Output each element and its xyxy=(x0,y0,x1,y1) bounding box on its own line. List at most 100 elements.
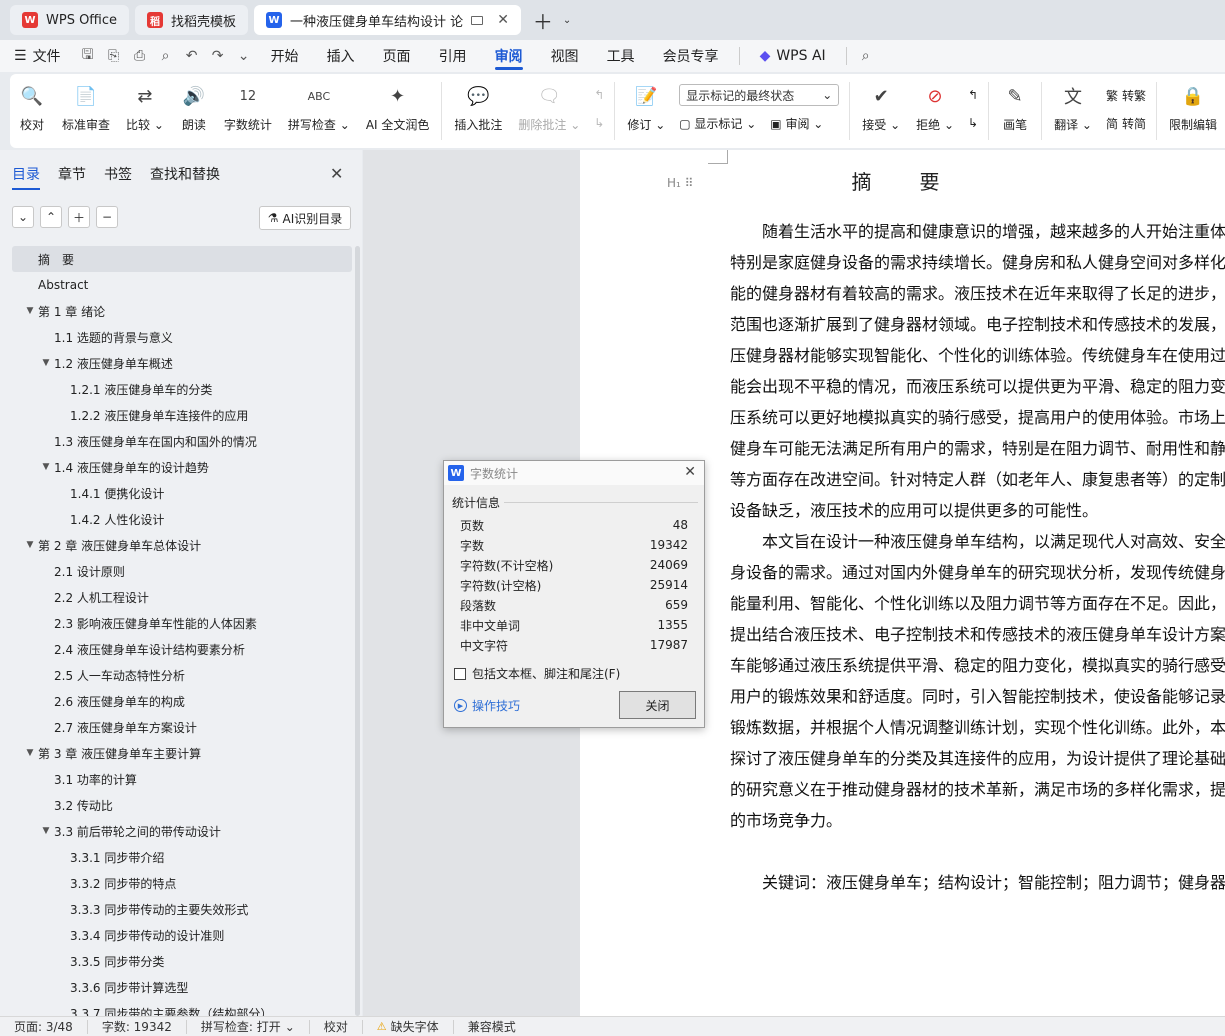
ai-toc-button[interactable]: ⚗ AI识别目录 xyxy=(259,206,351,230)
delete-comment-button[interactable]: 🗨 删除批注 ⌄ xyxy=(510,82,588,133)
menu-review[interactable]: 审阅 xyxy=(481,40,537,72)
prev-comment-icon[interactable]: ↰ xyxy=(594,84,604,106)
tab-template[interactable]: 稻 找稻壳模板 xyxy=(135,5,249,35)
more-icon[interactable]: ⌄ xyxy=(231,48,257,64)
toc-item[interactable]: 3.3.5 同步带分类 xyxy=(12,948,352,974)
include-textbox-checkbox[interactable]: 包括文本框、脚注和尾注(F) xyxy=(454,665,620,682)
close-icon[interactable]: ✕ xyxy=(684,464,696,480)
export-icon[interactable]: ⎘ xyxy=(101,48,127,64)
toc-item[interactable]: 摘 要 xyxy=(12,246,352,272)
toc-item[interactable]: 3.3.3 同步带传动的主要失效形式 xyxy=(12,896,352,922)
caret-down-icon[interactable]: ▼ xyxy=(38,358,54,368)
toc-item[interactable]: 2.4 液压健身单车设计结构要素分析 xyxy=(12,636,352,662)
word-count-button[interactable]: 12 字数统计 xyxy=(216,82,280,133)
tab-toc[interactable]: 目录 xyxy=(12,164,40,190)
menu-page[interactable]: 页面 xyxy=(369,40,425,72)
proofread-button[interactable]: 🔍 校对 xyxy=(10,82,54,133)
word-count-indicator[interactable]: 字数: 19342 xyxy=(88,1019,187,1034)
monitor-icon[interactable] xyxy=(471,15,484,25)
toc-item[interactable]: 3.3.1 同步带介绍 xyxy=(12,844,352,870)
toc-item[interactable]: 1.1 选题的背景与意义 xyxy=(12,324,352,350)
document-body[interactable]: 随着生活水平的提高和健康意识的增强，越来越多的人开始注重体育 特别是家庭健身设备的… xyxy=(730,216,1225,898)
toc-item[interactable]: 2.1 设计原则 xyxy=(12,558,352,584)
compare-button[interactable]: ⇄ 比较 ⌄ xyxy=(118,82,172,133)
accept-button[interactable]: ✔ 接受 ⌄ xyxy=(854,82,908,133)
toc-item[interactable]: 3.3.2 同步带的特点 xyxy=(12,870,352,896)
toc-item[interactable]: 1.4.1 便携化设计 xyxy=(12,480,352,506)
page-indicator[interactable]: 页面: 3/48 xyxy=(0,1019,88,1034)
translate-button[interactable]: 文翻译 ⌄ xyxy=(1046,82,1100,133)
next-comment-icon[interactable]: ↳ xyxy=(594,112,604,134)
toc-item[interactable]: 2.5 人一车动态特性分析 xyxy=(12,662,352,688)
next-change-icon[interactable]: ↳ xyxy=(968,112,978,134)
track-changes-button[interactable]: 📝 修订 ⌄ xyxy=(619,82,673,133)
toc-item[interactable]: 3.1 功率的计算 xyxy=(12,766,352,792)
toc-item[interactable]: 3.3.6 同步带计算选型 xyxy=(12,974,352,1000)
caret-down-icon[interactable]: ▼ xyxy=(22,748,38,758)
toc-item[interactable]: ▼ 1.2 液压健身单车概述 xyxy=(12,350,352,376)
toc-item[interactable]: 1.2.2 液压健身单车连接件的应用 xyxy=(12,402,352,428)
toc-item[interactable]: 1.4.2 人性化设计 xyxy=(12,506,352,532)
chevron-down-icon[interactable]: ⌄ xyxy=(12,206,34,228)
read-aloud-button[interactable]: 🔊 朗读 xyxy=(172,82,216,133)
print-icon[interactable]: ⎙ xyxy=(127,48,153,64)
redo-icon[interactable]: ↷ xyxy=(205,48,231,64)
chevron-up-icon[interactable]: ⌃ xyxy=(40,206,62,228)
toc-item[interactable]: ▼ 第 2 章 液压健身单车总体设计 xyxy=(12,532,352,558)
prev-change-icon[interactable]: ↰ xyxy=(968,84,978,106)
file-menu[interactable]: ☰ 文件 xyxy=(0,40,75,72)
caret-down-icon[interactable]: ▼ xyxy=(22,306,38,316)
minus-icon[interactable]: − xyxy=(96,206,118,228)
new-tab-icon[interactable]: ＋ xyxy=(533,6,553,35)
proof-indicator[interactable]: 校对 xyxy=(310,1019,363,1034)
toc-item[interactable]: 3.2 传动比 xyxy=(12,792,352,818)
menu-member[interactable]: 会员专享 xyxy=(649,40,733,72)
toc-item[interactable]: ▼ 第 1 章 绪论 xyxy=(12,298,352,324)
close-tab-icon[interactable]: ✕ xyxy=(497,12,509,28)
search-icon[interactable]: ⌕ xyxy=(853,48,879,64)
review-pane-button[interactable]: ▣ 审阅 ⌄ xyxy=(770,115,823,132)
menu-insert[interactable]: 插入 xyxy=(313,40,369,72)
chevron-down-icon[interactable]: ⌄ xyxy=(563,15,571,26)
toc-item[interactable]: ▼ 第 3 章 液压健身单车主要计算 xyxy=(12,740,352,766)
close-icon[interactable]: ✕ xyxy=(330,164,343,183)
toc-item[interactable]: 1.3 液压健身单车在国内和国外的情况 xyxy=(12,428,352,454)
tab-document[interactable]: W 一种液压健身单车结构设计 论 ✕ xyxy=(254,5,521,35)
toc-item[interactable]: Abstract xyxy=(12,272,352,298)
pen-button[interactable]: ✎ 画笔 xyxy=(993,82,1037,133)
missing-font-indicator[interactable]: ⚠ 缺失字体 xyxy=(363,1019,454,1034)
tips-link[interactable]: ▶ 操作技巧 xyxy=(454,697,520,714)
reject-button[interactable]: ⊘ 拒绝 ⌄ xyxy=(908,82,962,133)
print-preview-icon[interactable]: ⌕ xyxy=(153,48,179,64)
spell-check-indicator[interactable]: 拼写检查: 打开 ⌄ xyxy=(187,1019,310,1034)
toc-item[interactable]: 3.3.4 同步带传动的设计准则 xyxy=(12,922,352,948)
markup-select[interactable]: 显示标记的最终状态 ⌄ xyxy=(679,84,840,106)
menu-view[interactable]: 视图 xyxy=(537,40,593,72)
tab-bookmarks[interactable]: 书签 xyxy=(104,164,132,184)
spell-check-button[interactable]: ABC 拼写检查 ⌄ xyxy=(280,82,358,133)
menu-tools[interactable]: 工具 xyxy=(593,40,649,72)
caret-down-icon[interactable]: ▼ xyxy=(38,826,54,836)
caret-down-icon[interactable]: ▼ xyxy=(22,540,38,550)
menu-start[interactable]: 开始 xyxy=(257,40,313,72)
toc-item[interactable]: 2.3 影响液压健身单车性能的人体因素 xyxy=(12,610,352,636)
close-button[interactable]: 关闭 xyxy=(619,691,696,719)
to-simplified-button[interactable]: 简 转简 xyxy=(1106,112,1146,134)
toc-item[interactable]: 2.2 人机工程设计 xyxy=(12,584,352,610)
tab-wps-office[interactable]: W WPS Office xyxy=(10,5,130,35)
undo-icon[interactable]: ↶ xyxy=(179,48,205,64)
insert-comment-button[interactable]: 💬 插入批注 xyxy=(446,82,510,133)
scrollbar[interactable] xyxy=(355,246,360,1016)
show-markup-button[interactable]: ▢ 显示标记 ⌄ xyxy=(679,115,756,132)
caret-down-icon[interactable]: ▼ xyxy=(38,462,54,472)
tab-sections[interactable]: 章节 xyxy=(58,164,86,184)
toc-item[interactable]: ▼ 3.3 前后带轮之间的带传动设计 xyxy=(12,818,352,844)
tab-find-replace[interactable]: 查找和替换 xyxy=(150,164,220,184)
restrict-edit-button[interactable]: 🔒 限制编辑 xyxy=(1161,82,1225,133)
toc-item[interactable]: 2.6 液压健身单车的构成 xyxy=(12,688,352,714)
toc-item[interactable]: 2.7 液压健身单车方案设计 xyxy=(12,714,352,740)
plus-icon[interactable]: ＋ xyxy=(68,206,90,228)
ai-polish-button[interactable]: ✦ AI 全文润色 xyxy=(358,82,438,133)
toc-item[interactable]: 1.2.1 液压健身单车的分类 xyxy=(12,376,352,402)
standard-review-button[interactable]: 📄 标准审查 xyxy=(54,82,118,133)
